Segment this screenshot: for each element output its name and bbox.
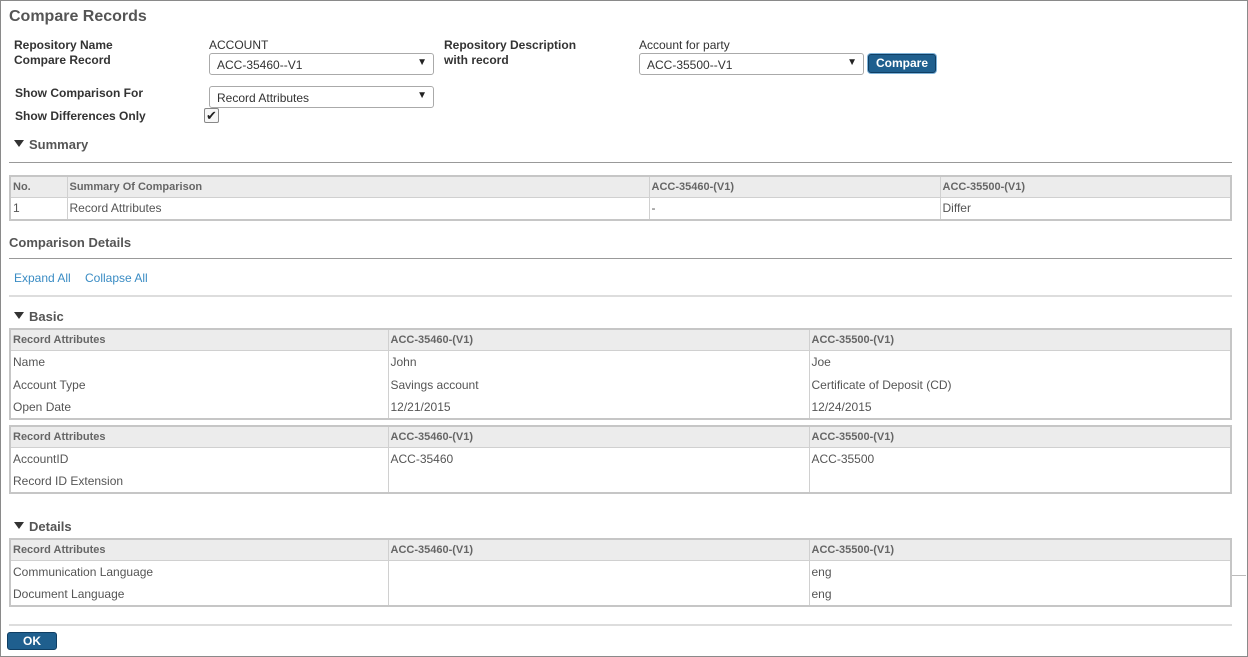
with-record-select[interactable]: ACC-35500--V1 ▼: [639, 53, 864, 75]
column-header: ACC-35500-(V1): [809, 539, 1232, 561]
table-cell: [388, 583, 810, 606]
divider: [9, 258, 1232, 259]
column-header: ACC-35460-(V1): [388, 539, 810, 561]
triangle-down-icon: [14, 140, 24, 147]
details-table: Record Attributes ACC-35460-(V1) ACC-355…: [9, 538, 1232, 607]
chevron-down-icon: ▼: [417, 57, 427, 68]
table-cell: eng: [809, 559, 1232, 583]
column-header: ACC-35460-(V1): [388, 426, 810, 448]
table-cell: [388, 470, 810, 493]
repository-name-label: Repository Name: [14, 38, 113, 52]
check-icon: ✔: [206, 108, 217, 123]
compare-record-select[interactable]: ACC-35460--V1 ▼: [209, 53, 434, 75]
table-header-row: Record Attributes ACC-35460-(V1) ACC-355…: [10, 426, 1232, 448]
basic-table-2: Record Attributes ACC-35460-(V1) ACC-355…: [9, 425, 1232, 494]
column-header: Record Attributes: [10, 426, 389, 448]
ok-button[interactable]: OK: [7, 632, 57, 650]
table-cell: [809, 470, 1232, 493]
table-cell: [388, 559, 810, 583]
table-row: Name John Joe: [10, 349, 1232, 373]
collapse-all-link[interactable]: Collapse All: [85, 271, 148, 285]
table-header-row: Record Attributes ACC-35460-(V1) ACC-355…: [10, 539, 1232, 561]
table-cell: eng: [809, 583, 1232, 606]
table-cell: ACC-35460: [388, 446, 810, 470]
basic-heading: Basic: [29, 309, 64, 324]
table-row: 1 Record Attributes - Differ: [10, 196, 1232, 220]
repository-description-label: Repository Description: [444, 38, 577, 52]
expand-all-link[interactable]: Expand All: [14, 271, 71, 285]
details-toggle[interactable]: Details: [14, 519, 72, 534]
compare-button[interactable]: Compare: [868, 54, 936, 73]
column-header: ACC-35500-(V1): [809, 426, 1232, 448]
column-header: No.: [10, 176, 68, 198]
with-record-select-value: ACC-35500--V1: [647, 58, 733, 72]
triangle-down-icon: [14, 312, 24, 319]
table-cell: John: [388, 349, 810, 373]
table-cell: 12/21/2015: [388, 396, 810, 419]
table-cell: 12/24/2015: [809, 396, 1232, 419]
basic-table-1: Record Attributes ACC-35460-(V1) ACC-355…: [9, 328, 1232, 420]
table-row: Record ID Extension: [10, 470, 1232, 493]
column-header: Summary Of Comparison: [67, 176, 650, 198]
page-title: Compare Records: [9, 8, 147, 25]
comparison-details-heading: Comparison Details: [9, 235, 132, 250]
show-comparison-select[interactable]: Record Attributes ▼: [209, 86, 434, 108]
column-header: ACC-35500-(V1): [809, 329, 1232, 351]
table-cell: Differ: [940, 196, 1232, 220]
table-row: Document Language eng: [10, 583, 1232, 606]
table-cell: Certificate of Deposit (CD): [809, 373, 1232, 396]
show-comparison-select-value: Record Attributes: [217, 91, 310, 105]
column-header: ACC-35500-(V1): [940, 176, 1232, 198]
show-differences-checkbox[interactable]: ✔: [204, 108, 219, 123]
summary-table: No. Summary Of Comparison ACC-35460-(V1)…: [9, 175, 1232, 221]
repository-name-value: ACCOUNT: [209, 38, 269, 52]
triangle-down-icon: [14, 522, 24, 529]
divider: [1232, 575, 1246, 576]
table-row: AccountID ACC-35460 ACC-35500: [10, 446, 1232, 470]
table-header-row: Record Attributes ACC-35460-(V1) ACC-355…: [10, 329, 1232, 351]
table-cell: AccountID: [10, 446, 389, 470]
repository-description-value: Account for party: [639, 38, 730, 52]
table-cell: Open Date: [10, 396, 389, 419]
table-cell: Joe: [809, 349, 1232, 373]
column-header: ACC-35460-(V1): [388, 329, 810, 351]
table-cell: ACC-35500: [809, 446, 1232, 470]
column-header: ACC-35460-(V1): [649, 176, 941, 198]
table-cell: Savings account: [388, 373, 810, 396]
details-heading: Details: [29, 519, 72, 534]
table-cell: 1: [10, 196, 68, 220]
summary-heading: Summary: [29, 137, 89, 152]
table-header-row: No. Summary Of Comparison ACC-35460-(V1)…: [10, 176, 1232, 198]
table-cell: Document Language: [10, 583, 389, 606]
table-cell: Record ID Extension: [10, 470, 389, 493]
table-cell: Communication Language: [10, 559, 389, 583]
table-cell: Record Attributes: [67, 196, 650, 220]
table-cell: Name: [10, 349, 389, 373]
basic-toggle[interactable]: Basic: [14, 309, 64, 324]
table-row: Account Type Savings account Certificate…: [10, 373, 1232, 396]
with-record-label: with record: [444, 53, 509, 67]
show-differences-label: Show Differences Only: [15, 109, 146, 123]
table-row: Communication Language eng: [10, 559, 1232, 583]
table-cell: Account Type: [10, 373, 389, 396]
chevron-down-icon: ▼: [847, 57, 857, 68]
column-header: Record Attributes: [10, 539, 389, 561]
summary-toggle[interactable]: Summary: [14, 137, 88, 152]
table-cell: -: [649, 196, 941, 220]
divider: [9, 162, 1232, 163]
table-row: Open Date 12/21/2015 12/24/2015: [10, 396, 1232, 419]
footer-divider: [9, 624, 1232, 626]
compare-record-label: Compare Record: [14, 53, 111, 67]
show-comparison-label: Show Comparison For: [15, 86, 144, 100]
column-header: Record Attributes: [10, 329, 389, 351]
chevron-down-icon: ▼: [417, 90, 427, 101]
divider: [9, 295, 1232, 297]
compare-record-select-value: ACC-35460--V1: [217, 58, 303, 72]
